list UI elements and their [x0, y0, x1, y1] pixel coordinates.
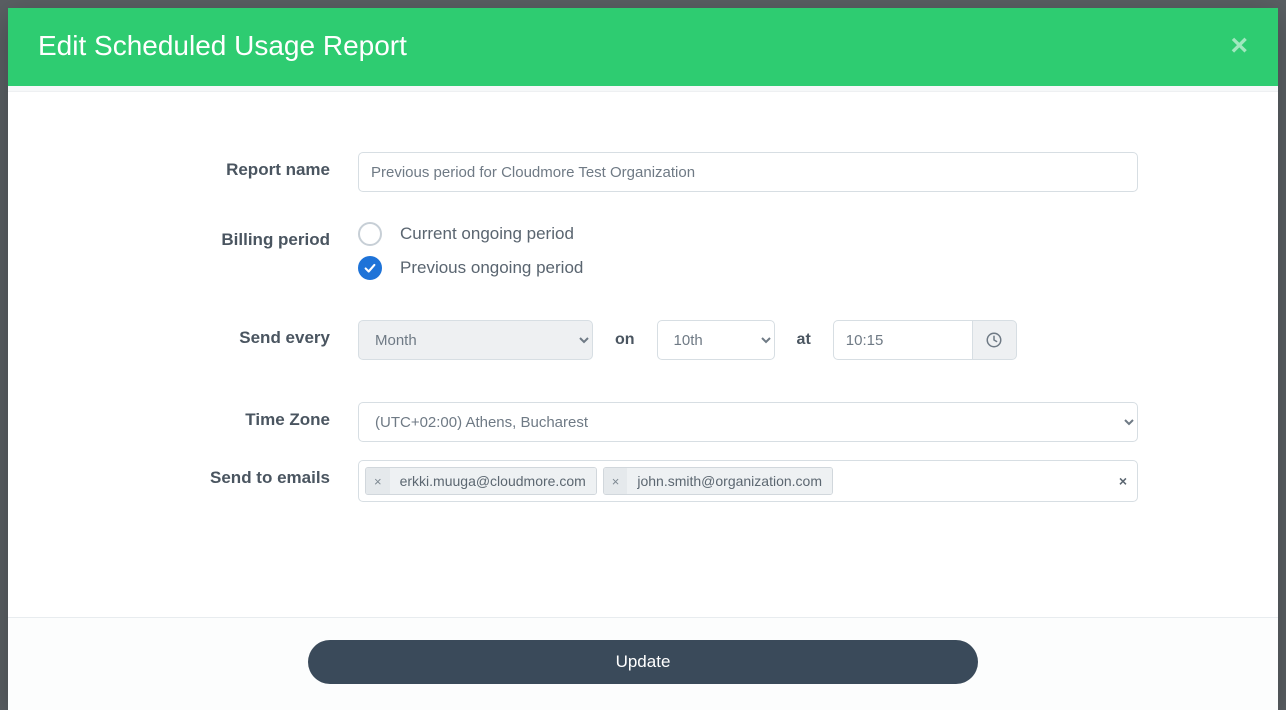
day-select[interactable]: 10th: [657, 320, 775, 360]
edit-scheduled-report-modal: Edit Scheduled Usage Report × Report nam…: [8, 8, 1278, 710]
radio-checked-icon: [358, 256, 382, 280]
label-time-zone: Time Zone: [148, 402, 358, 430]
timezone-select[interactable]: (UTC+02:00) Athens, Bucharest: [358, 402, 1138, 442]
modal-header: Edit Scheduled Usage Report ×: [8, 8, 1278, 86]
report-name-input[interactable]: [358, 152, 1138, 192]
radio-unchecked-icon: [358, 222, 382, 246]
emails-tag-input[interactable]: × erkki.muuga@cloudmore.com × john.smith…: [358, 460, 1138, 502]
remove-tag-icon[interactable]: ×: [366, 468, 390, 494]
time-input[interactable]: [833, 320, 973, 360]
time-picker-button[interactable]: [973, 320, 1017, 360]
label-on: on: [615, 331, 635, 349]
label-send-every: Send every: [148, 320, 358, 348]
label-send-to-emails: Send to emails: [148, 460, 358, 488]
row-send-to-emails: Send to emails × erkki.muuga@cloudmore.c…: [8, 460, 1278, 502]
radio-option-current[interactable]: Current ongoing period: [358, 222, 1138, 246]
modal-title: Edit Scheduled Usage Report: [38, 30, 407, 62]
label-at: at: [797, 331, 811, 349]
update-button[interactable]: Update: [308, 640, 978, 684]
modal-footer: Update: [8, 617, 1278, 710]
label-report-name: Report name: [148, 152, 358, 180]
email-tag: × erkki.muuga@cloudmore.com: [365, 467, 597, 495]
email-tag-text: erkki.muuga@cloudmore.com: [390, 468, 596, 494]
modal-body: Report name Billing period Current ongoi…: [8, 92, 1278, 617]
email-tag-text: john.smith@organization.com: [627, 468, 832, 494]
clock-icon: [985, 331, 1003, 349]
row-send-every: Send every Month on 10th at: [8, 320, 1278, 360]
row-time-zone: Time Zone (UTC+02:00) Athens, Bucharest: [8, 402, 1278, 442]
label-billing-period: Billing period: [148, 222, 358, 250]
radio-label-previous: Previous ongoing period: [400, 258, 583, 278]
radio-option-previous[interactable]: Previous ongoing period: [358, 256, 1138, 280]
clear-all-tags-icon[interactable]: ×: [1119, 473, 1127, 489]
row-billing-period: Billing period Current ongoing period Pr…: [8, 222, 1278, 290]
frequency-select[interactable]: Month: [358, 320, 593, 360]
close-icon[interactable]: ×: [1230, 31, 1248, 61]
row-report-name: Report name: [8, 152, 1278, 192]
remove-tag-icon[interactable]: ×: [604, 468, 628, 494]
email-tag: × john.smith@organization.com: [603, 467, 833, 495]
radio-label-current: Current ongoing period: [400, 224, 574, 244]
